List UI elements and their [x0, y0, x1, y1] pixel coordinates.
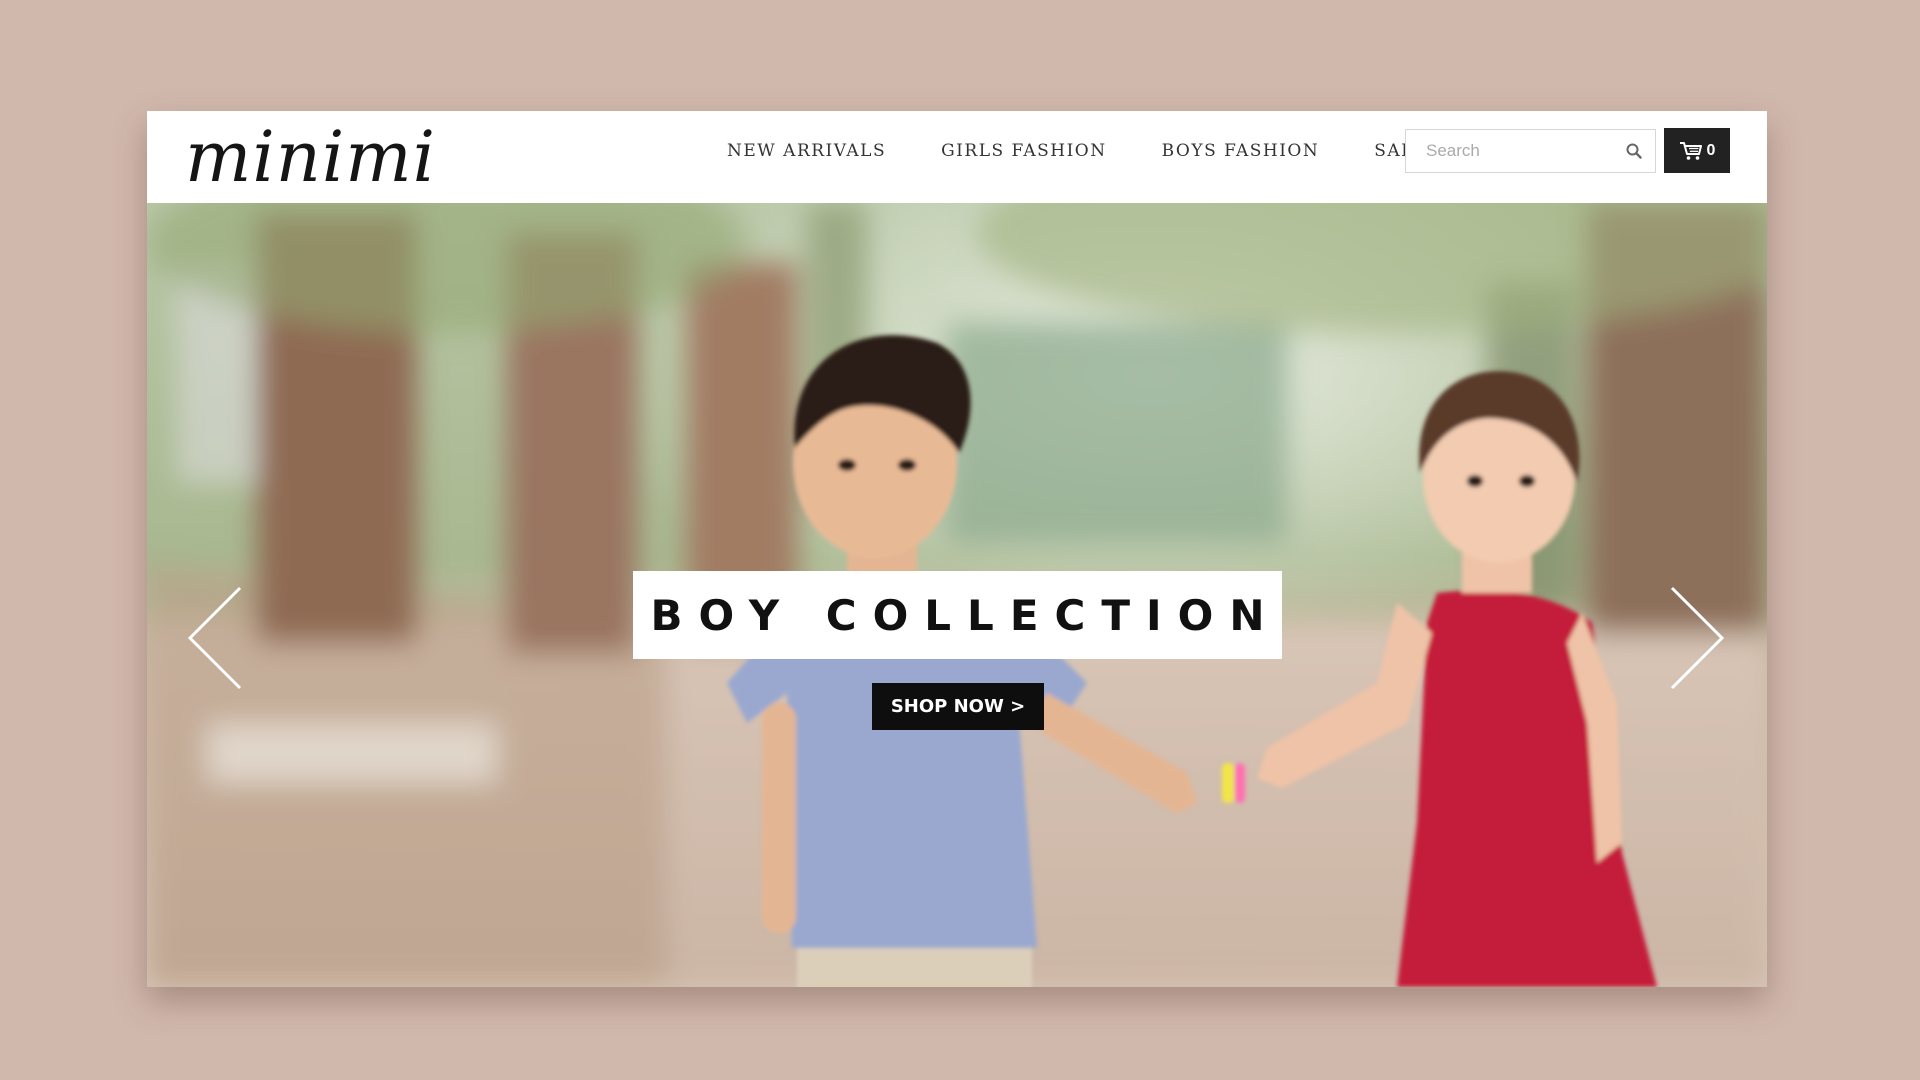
cart-count: 0: [1706, 141, 1716, 159]
shop-now-button[interactable]: SHOP NOW >: [872, 683, 1044, 730]
hero-slider: BOY COLLECTION SHOP NOW >: [147, 203, 1767, 987]
nav-item-boys-fashion[interactable]: BOYS FASHION: [1162, 141, 1320, 161]
chevron-left-icon[interactable]: [185, 583, 245, 693]
site-header: minimi NEW ARRIVALS GIRLS FASHION BOYS F…: [147, 111, 1767, 203]
cart-button[interactable]: 0: [1664, 128, 1730, 173]
hero-title: BOY COLLECTION: [650, 590, 1281, 640]
nav-item-new-arrivals[interactable]: NEW ARRIVALS: [727, 141, 886, 161]
website-frame: minimi NEW ARRIVALS GIRLS FASHION BOYS F…: [147, 111, 1767, 987]
cart-icon: [1679, 141, 1702, 160]
chevron-right-icon[interactable]: [1667, 583, 1727, 693]
search-input[interactable]: [1406, 130, 1616, 172]
hero-title-box: BOY COLLECTION: [633, 571, 1282, 659]
main-nav: NEW ARRIVALS GIRLS FASHION BOYS FASHION …: [727, 141, 1428, 161]
search-box: [1405, 129, 1656, 173]
nav-item-girls-fashion[interactable]: GIRLS FASHION: [941, 141, 1107, 161]
search-icon[interactable]: [1625, 142, 1643, 160]
brand-logo[interactable]: minimi: [185, 117, 436, 197]
